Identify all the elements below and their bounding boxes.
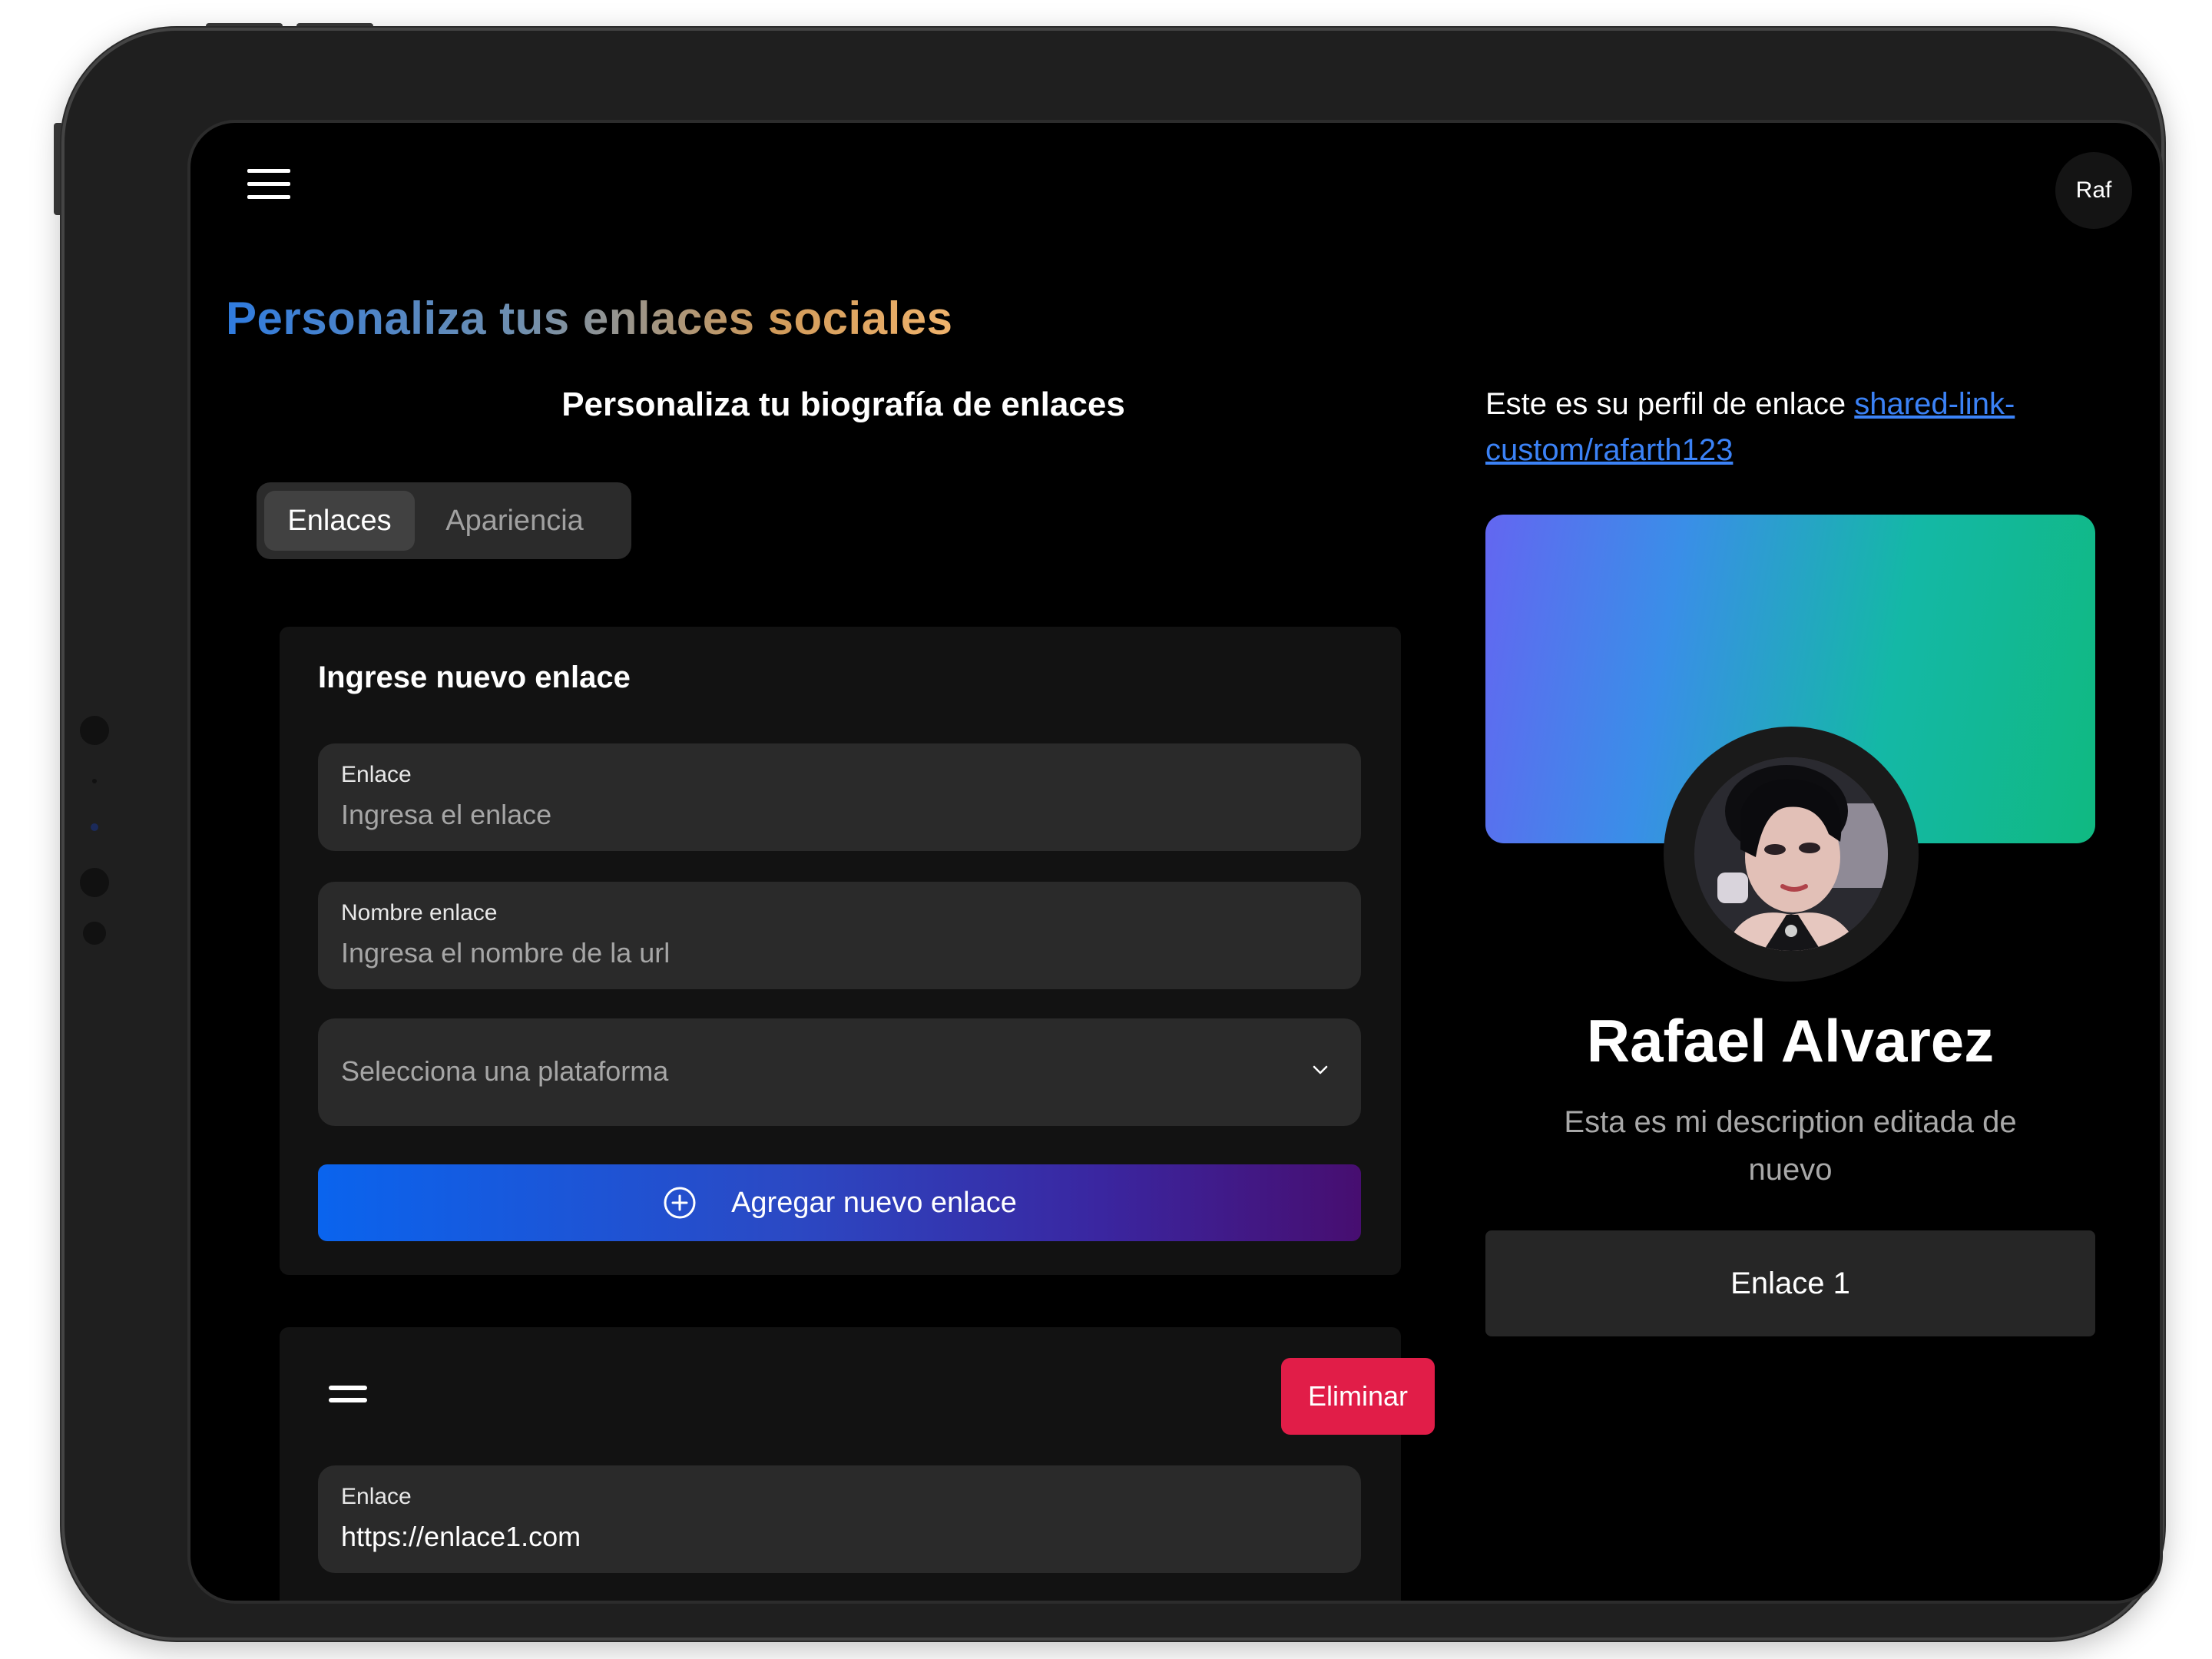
profile-description: Esta es mi description editada de nuevo bbox=[1564, 1105, 2017, 1187]
delete-link-button[interactable]: Eliminar bbox=[1281, 1358, 1435, 1435]
url-field[interactable]: Enlace Ingresa el enlace bbox=[318, 743, 1361, 851]
url-field-label: Enlace bbox=[341, 762, 412, 787]
preview-link-button[interactable]: Enlace 1 bbox=[1485, 1230, 2095, 1336]
tab-bar: Enlaces Apariencia bbox=[257, 482, 631, 559]
name-field-placeholder: Ingresa el nombre de la url bbox=[341, 937, 671, 969]
profile-avatar bbox=[1664, 727, 1919, 982]
chevron-down-icon bbox=[1313, 1065, 1328, 1075]
name-field-label: Nombre enlace bbox=[341, 900, 498, 926]
platform-select-placeholder: Selecciona una plataforma bbox=[341, 1055, 669, 1087]
sensor-dot bbox=[80, 868, 109, 897]
app-screen: Raf Personaliza tus enlaces sociales Per… bbox=[190, 123, 2160, 1601]
plus-circle-icon bbox=[664, 1187, 696, 1219]
add-link-button[interactable]: Agregar nuevo enlace bbox=[318, 1164, 1361, 1241]
name-field[interactable]: Nombre enlace Ingresa el nombre de la ur… bbox=[318, 882, 1361, 989]
drag-handle-icon[interactable] bbox=[329, 1386, 367, 1407]
user-avatar[interactable]: Raf bbox=[2055, 152, 2132, 229]
profile-name: Rafael Alvarez bbox=[1586, 1007, 1995, 1075]
page-subtitle: Personaliza tu biografía de enlaces bbox=[561, 386, 1125, 423]
existing-url-label: Enlace bbox=[341, 1484, 412, 1509]
tab-apariencia[interactable]: Apariencia bbox=[415, 491, 614, 551]
profile-photo-art bbox=[1694, 757, 1888, 951]
profile-link-intro: Este es su perfil de enlace bbox=[1485, 387, 1846, 421]
existing-url-value: https://enlace1.com bbox=[341, 1521, 581, 1552]
profile-link-text: Este es su perfil de enlace shared-link-… bbox=[1485, 381, 2100, 473]
camera-dot bbox=[91, 823, 98, 831]
tab-enlaces[interactable]: Enlaces bbox=[264, 491, 415, 551]
add-link-label: Agregar nuevo enlace bbox=[731, 1186, 1017, 1219]
menu-icon[interactable] bbox=[247, 169, 290, 200]
platform-select[interactable]: Selecciona una plataforma bbox=[318, 1018, 1361, 1126]
sensor-dot bbox=[83, 922, 106, 945]
sensor-dot bbox=[80, 716, 109, 745]
new-link-title: Ingrese nuevo enlace bbox=[318, 661, 631, 694]
sensor-dot bbox=[92, 779, 97, 783]
url-field-placeholder: Ingresa el enlace bbox=[341, 799, 552, 830]
link-item-card: Eliminar Enlace https://enlace1.com bbox=[280, 1327, 1435, 1601]
profile-photo bbox=[1694, 757, 1888, 951]
new-link-card: Ingrese nuevo enlace Enlace Ingresa el e… bbox=[280, 627, 1401, 1275]
tablet-frame: Raf Personaliza tus enlaces sociales Per… bbox=[61, 28, 2164, 1641]
user-initials: Raf bbox=[2075, 177, 2112, 203]
existing-url-field[interactable]: Enlace https://enlace1.com bbox=[318, 1465, 1361, 1573]
device-button-side bbox=[54, 123, 61, 215]
page-title: Personaliza tus enlaces sociales bbox=[226, 293, 953, 344]
